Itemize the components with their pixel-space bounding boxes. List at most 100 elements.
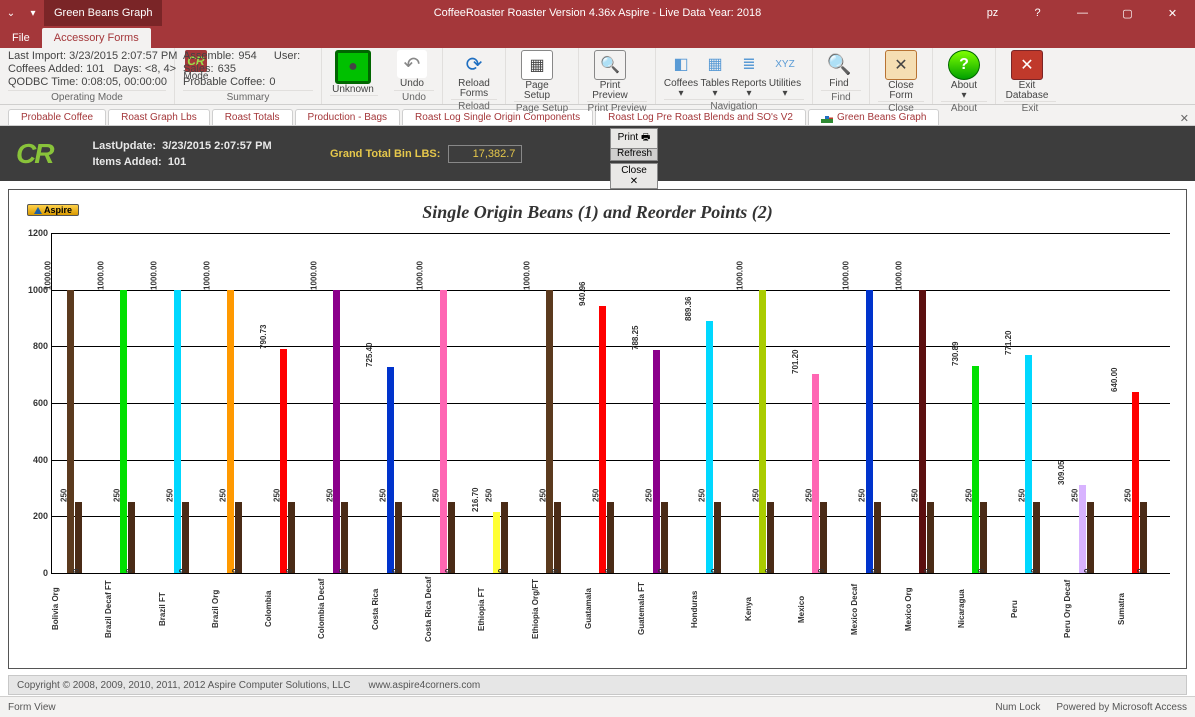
doc-tab[interactable]: Probable Coffee bbox=[8, 109, 106, 125]
chart-bar: 216.70 bbox=[493, 512, 500, 573]
about-button[interactable]: ? About▾ bbox=[941, 50, 987, 101]
undo-button[interactable]: ↶ Undo bbox=[394, 50, 430, 89]
close-form-small-button[interactable]: Close ✕ bbox=[610, 163, 658, 189]
chart-bar: 250 bbox=[554, 502, 561, 573]
page-setup-button[interactable]: ▦ Page Setup bbox=[514, 50, 560, 101]
bar-data-label: 250 bbox=[59, 489, 68, 502]
chart-bar: 250 bbox=[395, 502, 402, 573]
exit-icon: ✕ bbox=[1011, 50, 1043, 80]
find-button[interactable]: 🔍 Find bbox=[821, 50, 857, 89]
form-header: CR LastUpdate: 3/23/2015 2:07:57 PM Item… bbox=[0, 126, 1195, 181]
bar-data-label: 889.36 bbox=[684, 297, 693, 321]
x-tick-label: Mexico Decaf bbox=[850, 574, 903, 648]
bar-data-label: 1000.00 bbox=[895, 261, 904, 290]
bar-data-label: 0 bbox=[604, 569, 613, 573]
qodbc-label: QODBC Time: bbox=[8, 76, 78, 88]
aspire-badge: Aspire bbox=[27, 204, 79, 216]
x-tick-label: Colombia Decaf bbox=[317, 574, 370, 648]
group-label-close: Close bbox=[878, 101, 924, 115]
last-update-label: LastUpdate: bbox=[92, 140, 156, 152]
status-powered: Powered by Microsoft Access bbox=[1056, 702, 1187, 713]
chart-bar: 889.36 bbox=[706, 321, 713, 573]
x-tick-label: Peru bbox=[1010, 574, 1063, 648]
group-label-exit: Exit bbox=[1004, 101, 1056, 115]
chart-bar: 250 bbox=[448, 502, 455, 573]
close-window-button[interactable]: ✕ bbox=[1150, 0, 1195, 26]
bar-data-label: 1000.00 bbox=[309, 261, 318, 290]
undo-icon: ↶ bbox=[397, 50, 427, 78]
bar-data-label: 0 bbox=[71, 569, 80, 573]
cr-logo: CR bbox=[16, 138, 52, 170]
group-label-operating-mode: Operating Mode bbox=[8, 90, 166, 104]
ribbon-tab-accessory-forms[interactable]: Accessory Forms bbox=[42, 28, 151, 48]
x-tick-label: Mexico bbox=[797, 574, 850, 648]
exit-database-button[interactable]: ✕ Exit Database bbox=[1004, 50, 1050, 101]
bar-data-label: 250 bbox=[1124, 489, 1133, 502]
chart-bar: 309.05 bbox=[1079, 485, 1086, 573]
chart-bar: 250 bbox=[1087, 502, 1094, 573]
chart-category: 1000.002500 bbox=[212, 233, 265, 573]
bar-data-label: 250 bbox=[485, 489, 494, 502]
chart-bar: 250 bbox=[128, 502, 135, 573]
probable-label: Probable Coffee: bbox=[183, 76, 265, 89]
nav-utilities-button[interactable]: XYZUtilities▾ bbox=[768, 50, 802, 99]
close-form-button[interactable]: ✕ Close Form bbox=[878, 50, 924, 101]
bar-data-label: 250 bbox=[645, 489, 654, 502]
qat-dropdown-icon[interactable]: ▾ bbox=[24, 4, 42, 22]
file-tab[interactable]: File bbox=[0, 28, 42, 48]
items-added-value: 101 bbox=[168, 156, 186, 168]
bar-data-label: 1000.00 bbox=[416, 261, 425, 290]
nav-tables-button[interactable]: ▦Tables▾ bbox=[700, 50, 730, 99]
minimize-button[interactable]: — bbox=[1060, 0, 1105, 26]
doc-tab[interactable]: Roast Totals bbox=[212, 109, 293, 125]
bar-data-label: 250 bbox=[857, 489, 866, 502]
status-bar: Form View Num Lock Powered by Microsoft … bbox=[0, 696, 1195, 717]
bar-data-label: 0 bbox=[923, 569, 932, 573]
bar-data-label: 0 bbox=[231, 569, 240, 573]
last-update-value: 3/23/2015 2:07:57 PM bbox=[162, 140, 271, 152]
bar-data-label: 250 bbox=[804, 489, 813, 502]
coffees-icon: ◧ bbox=[666, 50, 696, 78]
days-value: <8, 4> bbox=[145, 63, 176, 75]
chart-bar: 250 bbox=[714, 502, 721, 573]
reload-forms-button[interactable]: ⟳ Reload Forms bbox=[451, 50, 497, 99]
qat-icon[interactable]: ⌄ bbox=[2, 4, 20, 22]
doc-tab[interactable]: Production - Bags bbox=[295, 109, 401, 125]
circle-green-icon: ● bbox=[335, 50, 371, 84]
bar-data-label: 1000.00 bbox=[96, 261, 105, 290]
print-button[interactable]: Print 🖶 bbox=[610, 128, 658, 149]
chart-plot-area: 0200400600800100012001000.0025001000.002… bbox=[51, 233, 1170, 574]
help-button[interactable]: ? bbox=[1015, 0, 1060, 26]
title-bar: ⌄ ▾ Green Beans Graph CoffeeRoaster Roas… bbox=[0, 0, 1195, 26]
utilities-icon: XYZ bbox=[770, 50, 800, 78]
unknown-button[interactable]: ● Unknown bbox=[330, 50, 376, 95]
chart-category: 309.052500 bbox=[1063, 233, 1116, 573]
bar-data-label: 0 bbox=[284, 569, 293, 573]
x-tick-label: Kenya bbox=[744, 574, 797, 648]
tabstrip-close-icon[interactable]: ✕ bbox=[1174, 112, 1195, 125]
bar-data-label: 250 bbox=[538, 489, 547, 502]
chart-bar: 250 bbox=[1033, 502, 1040, 573]
page-icon: ▦ bbox=[521, 50, 553, 80]
print-preview-icon: 🔍 bbox=[594, 50, 626, 80]
bar-data-label: 250 bbox=[1017, 489, 1026, 502]
bar-data-label: 701.20 bbox=[791, 350, 800, 374]
print-preview-button[interactable]: 🔍 Print Preview bbox=[587, 50, 633, 101]
chart-bar: 701.20 bbox=[812, 374, 819, 573]
nav-reports-button[interactable]: ≣Reports▾ bbox=[732, 50, 766, 99]
chart-bar: 730.89 bbox=[972, 366, 979, 573]
sales-value: 635 bbox=[218, 63, 236, 76]
bar-data-label: 940.96 bbox=[578, 282, 587, 306]
maximize-button[interactable]: ▢ bbox=[1105, 0, 1150, 26]
chart-bar: 771.20 bbox=[1025, 355, 1032, 574]
chart-category: 940.962500 bbox=[584, 233, 637, 573]
nav-coffees-button[interactable]: ◧Coffees▾ bbox=[664, 50, 698, 99]
x-tick-label: Costa Rica Decaf bbox=[424, 574, 477, 648]
doc-tab[interactable]: Roast Graph Lbs bbox=[108, 109, 210, 125]
bar-data-label: 250 bbox=[964, 489, 973, 502]
bar-data-label: 0 bbox=[178, 569, 187, 573]
bar-data-label: 1000.00 bbox=[203, 261, 212, 290]
reload-icon: ⟳ bbox=[459, 50, 489, 78]
content-area: Aspire Single Origin Beans (1) and Reord… bbox=[0, 181, 1195, 696]
x-tick-label: Costa Rica bbox=[371, 574, 424, 648]
